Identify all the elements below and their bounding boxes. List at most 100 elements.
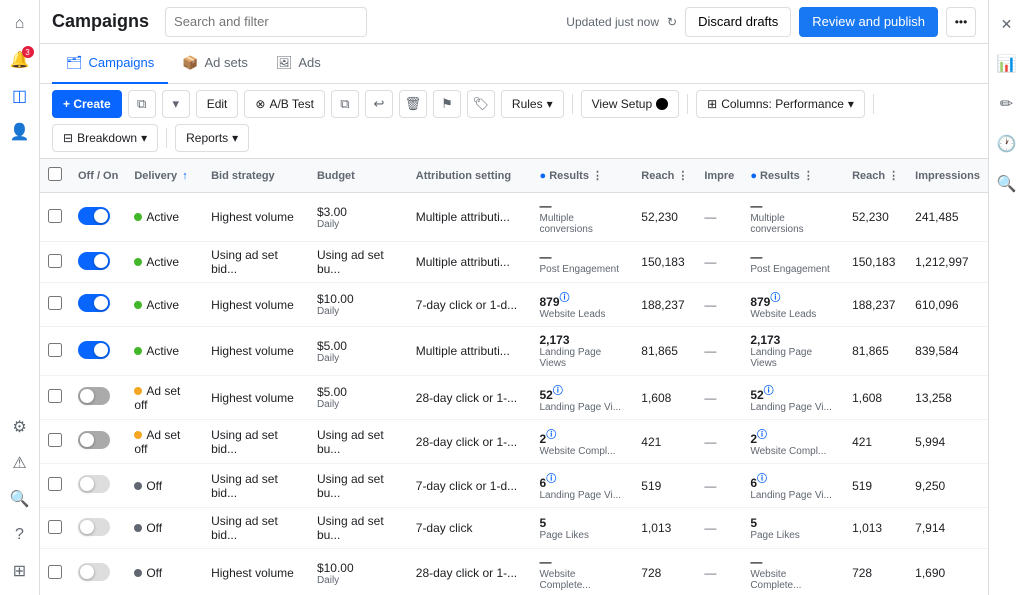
delivery-dot xyxy=(134,569,142,577)
create-button[interactable]: + Create xyxy=(52,90,122,118)
refresh-icon[interactable]: ↻ xyxy=(667,15,677,29)
results2-resize[interactable]: ⋮ xyxy=(803,170,814,182)
row-checkbox-cell[interactable] xyxy=(40,193,70,242)
toggle-switch[interactable] xyxy=(78,387,110,405)
delete-button[interactable]: 🗑 xyxy=(399,90,427,118)
copy-dropdown-button[interactable]: ▾ xyxy=(162,90,190,118)
tag-button[interactable]: 🏷 xyxy=(467,90,495,118)
results1-resize[interactable]: ⋮ xyxy=(592,170,603,182)
right-clock-icon[interactable]: 🕐 xyxy=(991,128,1023,160)
reach1-resize[interactable]: ⋮ xyxy=(677,170,688,182)
row-toggle-cell[interactable] xyxy=(70,327,126,376)
row-toggle-cell[interactable] xyxy=(70,464,126,508)
toggle-switch[interactable] xyxy=(78,518,110,536)
toolbar: + Create ⧉ ▾ Edit ⊗ A/B Test ⧉ ↩ 🗑 ⚑ 🏷 R… xyxy=(40,84,988,159)
row-impressions-short: — xyxy=(696,283,742,327)
sidebar-campaigns-icon[interactable]: ◫ xyxy=(4,80,36,112)
update-status: Updated just now xyxy=(566,15,659,29)
more-options-icon[interactable]: ••• xyxy=(946,7,976,37)
ab-test-button[interactable]: ⊗ A/B Test xyxy=(244,90,325,118)
row-attribution: 28-day click or 1-... xyxy=(408,420,532,464)
row-checkbox[interactable] xyxy=(48,520,62,534)
row-checkbox-cell[interactable] xyxy=(40,420,70,464)
tab-adsets[interactable]: 📦 Ad sets xyxy=(168,44,262,84)
toggle-switch[interactable] xyxy=(78,207,110,225)
row-toggle-cell[interactable] xyxy=(70,376,126,420)
row-results2: 6ⓘLanding Page Vi... xyxy=(742,464,844,508)
col-delivery[interactable]: Delivery ↑ xyxy=(126,159,203,193)
toolbar-divider-3 xyxy=(873,94,874,114)
sidebar-audience-icon[interactable]: 👤 xyxy=(4,116,36,148)
row-checkbox[interactable] xyxy=(48,565,62,579)
right-chart-icon[interactable]: 📊 xyxy=(991,48,1023,80)
row-checkbox-cell[interactable] xyxy=(40,327,70,376)
row-bid: Highest volume xyxy=(203,376,309,420)
row-toggle-cell[interactable] xyxy=(70,242,126,283)
right-search-icon[interactable]: 🔍 xyxy=(991,168,1023,200)
row-checkbox-cell[interactable] xyxy=(40,242,70,283)
row-checkbox-cell[interactable] xyxy=(40,549,70,595)
results1-info-icon: ⓘ xyxy=(546,430,556,441)
row-checkbox[interactable] xyxy=(48,343,62,357)
row-bid: Highest volume xyxy=(203,193,309,242)
sidebar-help-icon[interactable]: ? xyxy=(4,519,36,551)
toggle-switch[interactable] xyxy=(78,294,110,312)
row-toggle-cell[interactable] xyxy=(70,420,126,464)
results1-info-icon: ⓘ xyxy=(560,293,570,304)
row-checkbox[interactable] xyxy=(48,209,62,223)
select-all-checkbox[interactable] xyxy=(48,167,62,181)
tab-campaigns[interactable]: 🗂 Campaigns xyxy=(52,44,168,84)
row-reach1: 519 xyxy=(633,464,696,508)
sidebar-search-icon[interactable]: 🔍 xyxy=(4,483,36,515)
row-impressions-short: — xyxy=(696,193,742,242)
flag-button[interactable]: ⚑ xyxy=(433,90,461,118)
review-publish-button[interactable]: Review and publish xyxy=(799,7,938,37)
columns-button[interactable]: ⊞ Columns: Performance ▾ xyxy=(696,90,865,118)
row-checkbox-cell[interactable] xyxy=(40,508,70,549)
row-checkbox[interactable] xyxy=(48,389,62,403)
header-search-input[interactable] xyxy=(165,7,367,37)
delivery-dot xyxy=(134,213,142,221)
row-impressions-short: — xyxy=(696,376,742,420)
sidebar-grid-icon[interactable]: ⊞ xyxy=(4,555,36,587)
toggle-switch[interactable] xyxy=(78,252,110,270)
table-row: ActiveHighest volume$5.00DailyMultiple a… xyxy=(40,327,988,376)
row-results1: —Post Engagement xyxy=(532,242,634,283)
right-pencil-icon[interactable]: ✏ xyxy=(991,88,1023,120)
copy-button[interactable]: ⧉ xyxy=(128,90,156,118)
row-checkbox-cell[interactable] xyxy=(40,283,70,327)
select-all-header[interactable] xyxy=(40,159,70,193)
rules-button[interactable]: Rules ▾ xyxy=(501,90,564,118)
row-reach1: 1,013 xyxy=(633,508,696,549)
toggle-switch[interactable] xyxy=(78,431,110,449)
discard-drafts-button[interactable]: Discard drafts xyxy=(685,7,791,37)
row-checkbox[interactable] xyxy=(48,254,62,268)
toggle-switch[interactable] xyxy=(78,563,110,581)
sidebar-settings-icon[interactable]: ⚙ xyxy=(4,411,36,443)
breakdown-dropdown-icon: ▾ xyxy=(141,131,147,145)
row-checkbox[interactable] xyxy=(48,296,62,310)
view-setup-button[interactable]: View Setup xyxy=(581,90,680,118)
toggle-switch[interactable] xyxy=(78,341,110,359)
row-toggle-cell[interactable] xyxy=(70,508,126,549)
sidebar-notification-icon[interactable]: 🔔 3 xyxy=(4,44,36,76)
breakdown-button[interactable]: ⊟ Breakdown ▾ xyxy=(52,124,158,152)
tab-ads[interactable]: 🖼 Ads xyxy=(262,44,335,84)
right-close-icon[interactable]: ✕ xyxy=(991,8,1023,40)
toggle-switch[interactable] xyxy=(78,475,110,493)
row-checkbox-cell[interactable] xyxy=(40,464,70,508)
sidebar-home-icon[interactable]: ⌂ xyxy=(4,8,36,40)
reports-button[interactable]: Reports ▾ xyxy=(175,124,249,152)
row-toggle-cell[interactable] xyxy=(70,283,126,327)
edit-button[interactable]: Edit xyxy=(196,90,239,118)
undo-button[interactable]: ↩ xyxy=(365,90,393,118)
reach2-resize[interactable]: ⋮ xyxy=(888,170,899,182)
view-setup-icon xyxy=(656,98,668,110)
row-toggle-cell[interactable] xyxy=(70,549,126,595)
duplicate-button[interactable]: ⧉ xyxy=(331,90,359,118)
row-checkbox[interactable] xyxy=(48,477,62,491)
row-checkbox[interactable] xyxy=(48,433,62,447)
sidebar-alert-icon[interactable]: ⚠ xyxy=(4,447,36,479)
row-checkbox-cell[interactable] xyxy=(40,376,70,420)
row-toggle-cell[interactable] xyxy=(70,193,126,242)
